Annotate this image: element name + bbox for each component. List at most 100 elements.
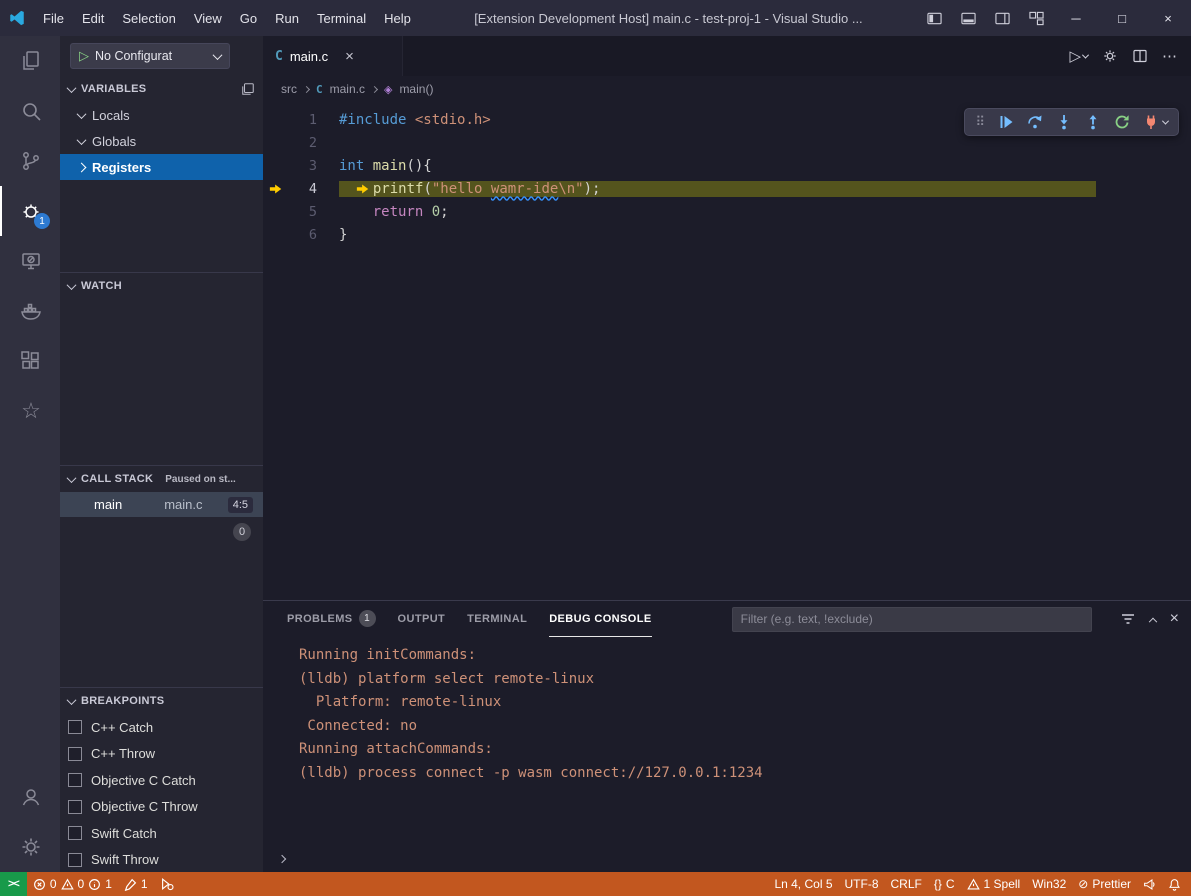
toggle-panel-icon[interactable]: [951, 0, 985, 36]
restart-button[interactable]: [1114, 114, 1130, 130]
activity-explorer[interactable]: [0, 36, 60, 86]
breakpoint-checkbox[interactable]: [68, 773, 82, 787]
tab-label: main.c: [290, 49, 328, 64]
close-panel-icon[interactable]: ×: [1170, 610, 1179, 628]
toggle-sidebar-icon[interactable]: [917, 0, 951, 36]
panel-tab-terminal[interactable]: TERMINAL: [467, 602, 527, 637]
activity-favorites[interactable]: ☆: [0, 386, 60, 436]
code-token: wamr-ide: [491, 181, 558, 197]
remote-indicator[interactable]: ><: [0, 872, 27, 896]
menu-terminal[interactable]: Terminal: [308, 7, 375, 30]
breakpoint-row[interactable]: C++ Catch: [60, 714, 263, 741]
formatter-status[interactable]: ⊘ Prettier: [1072, 872, 1137, 896]
console-input-row[interactable]: [263, 846, 1191, 872]
breakpoint-checkbox[interactable]: [68, 826, 82, 840]
filter-lines-icon[interactable]: [1120, 611, 1136, 627]
language-mode[interactable]: {} C: [928, 872, 961, 896]
call-stack-header[interactable]: CALL STACK Paused on st...: [60, 466, 263, 492]
breakpoint-row[interactable]: Objective C Catch: [60, 767, 263, 794]
breakpoint-row[interactable]: Swift Catch: [60, 820, 263, 847]
activity-source-control[interactable]: [0, 136, 60, 186]
cursor-position[interactable]: Ln 4, Col 5: [768, 872, 838, 896]
variables-header[interactable]: VARIABLES: [60, 76, 263, 102]
announcement-status[interactable]: [1137, 872, 1162, 896]
step-over-button[interactable]: [1027, 114, 1043, 130]
variables-group-registers[interactable]: Registers: [60, 154, 263, 180]
platform-target[interactable]: Win32: [1026, 872, 1072, 896]
code-line-5[interactable]: 5 return 0;: [263, 200, 1191, 223]
breakpoint-checkbox[interactable]: [68, 853, 82, 867]
code-token: [364, 158, 372, 174]
maximize-button[interactable]: □: [1099, 0, 1145, 36]
tab-main-c[interactable]: C main.c ×: [263, 36, 403, 76]
menu-file[interactable]: File: [34, 7, 73, 30]
menu-run[interactable]: Run: [266, 7, 308, 30]
customize-layout-icon[interactable]: [1019, 0, 1053, 36]
activity-extensions[interactable]: [0, 336, 60, 386]
breakpoint-checkbox[interactable]: [68, 800, 82, 814]
panel-tab-problems[interactable]: PROBLEMS1: [287, 602, 376, 637]
editor-gear-icon[interactable]: [1102, 48, 1118, 64]
problems-status[interactable]: 0 0 1: [27, 872, 118, 896]
breakpoints-header[interactable]: BREAKPOINTS: [60, 688, 263, 714]
watch-header[interactable]: WATCH: [60, 273, 263, 299]
panel-tab-debug-console[interactable]: DEBUG CONSOLE: [549, 602, 651, 637]
debug-status[interactable]: [154, 872, 180, 896]
code-line-4[interactable]: 4 printf("hello wamr-ide\n");: [263, 177, 1191, 200]
breakpoint-checkbox[interactable]: [68, 747, 82, 761]
frame-position-badge: 4:5: [228, 497, 253, 513]
eol-sequence[interactable]: CRLF: [885, 872, 928, 896]
current-line-arrow-icon: [263, 182, 289, 196]
step-into-button[interactable]: [1056, 114, 1072, 130]
activity-search[interactable]: [0, 86, 60, 136]
variables-panel-icon[interactable]: [241, 82, 255, 96]
debug-console-output[interactable]: Running initCommands:(lldb) platform sel…: [263, 637, 1191, 846]
more-actions-icon[interactable]: ⋯: [1162, 47, 1177, 65]
variables-group-globals[interactable]: Globals: [60, 128, 263, 154]
close-button[interactable]: ×: [1145, 0, 1191, 36]
launch-config-dropdown[interactable]: ▷ No Configurat: [70, 43, 230, 69]
menu-edit[interactable]: Edit: [73, 7, 113, 30]
breakpoint-row[interactable]: Objective C Throw: [60, 794, 263, 821]
tasks-status[interactable]: 1: [118, 872, 154, 896]
code-line-6[interactable]: 6}: [263, 223, 1191, 246]
toolbar-grip-icon[interactable]: ⠿: [975, 115, 985, 130]
code-line-3[interactable]: 3int main(){: [263, 154, 1191, 177]
panel-tab-output[interactable]: OUTPUT: [398, 602, 446, 637]
code-editor[interactable]: 1#include <stdio.h>23int main(){4 printf…: [263, 102, 1191, 600]
notifications-bell[interactable]: [1162, 872, 1191, 896]
maximize-panel-icon[interactable]: [1148, 618, 1156, 626]
watch-title: WATCH: [81, 280, 122, 292]
step-out-button[interactable]: [1085, 114, 1101, 130]
activity-run-debug[interactable]: 1: [0, 186, 60, 236]
menu-selection[interactable]: Selection: [113, 7, 184, 30]
continue-button[interactable]: [998, 114, 1014, 130]
menu-go[interactable]: Go: [231, 7, 266, 30]
activity-account[interactable]: [0, 772, 60, 822]
encoding[interactable]: UTF-8: [839, 872, 885, 896]
spell-checker-status[interactable]: 1 Spell: [961, 872, 1027, 896]
menu-help[interactable]: Help: [375, 7, 420, 30]
breadcrumb-symbol[interactable]: main(): [399, 82, 433, 96]
disconnect-button[interactable]: [1143, 114, 1168, 130]
run-file-button[interactable]: ▷: [1069, 47, 1088, 65]
breakpoint-checkbox[interactable]: [68, 720, 82, 734]
activity-docker[interactable]: [0, 286, 60, 336]
toggle-secondary-sidebar-icon[interactable]: [985, 0, 1019, 36]
tab-close-icon[interactable]: ×: [345, 48, 354, 65]
menu-view[interactable]: View: [185, 7, 231, 30]
breadcrumb-file[interactable]: main.c: [330, 82, 365, 96]
activity-remote-explorer[interactable]: [0, 236, 60, 286]
console-filter-input[interactable]: [732, 607, 1092, 632]
breadcrumbs[interactable]: src C main.c ◈ main(): [263, 76, 1191, 102]
breakpoint-row[interactable]: C++ Throw: [60, 741, 263, 768]
activity-settings[interactable]: [0, 822, 60, 872]
split-editor-icon[interactable]: [1132, 48, 1148, 64]
breadcrumb-folder[interactable]: src: [281, 82, 297, 96]
code-token: [339, 204, 373, 220]
variables-group-locals[interactable]: Locals: [60, 102, 263, 128]
stack-frame-row[interactable]: main main.c 4:5: [60, 492, 263, 517]
minimize-button[interactable]: ─: [1053, 0, 1099, 36]
breakpoint-row[interactable]: Swift Throw: [60, 847, 263, 874]
panel-tab-label: TERMINAL: [467, 613, 527, 625]
